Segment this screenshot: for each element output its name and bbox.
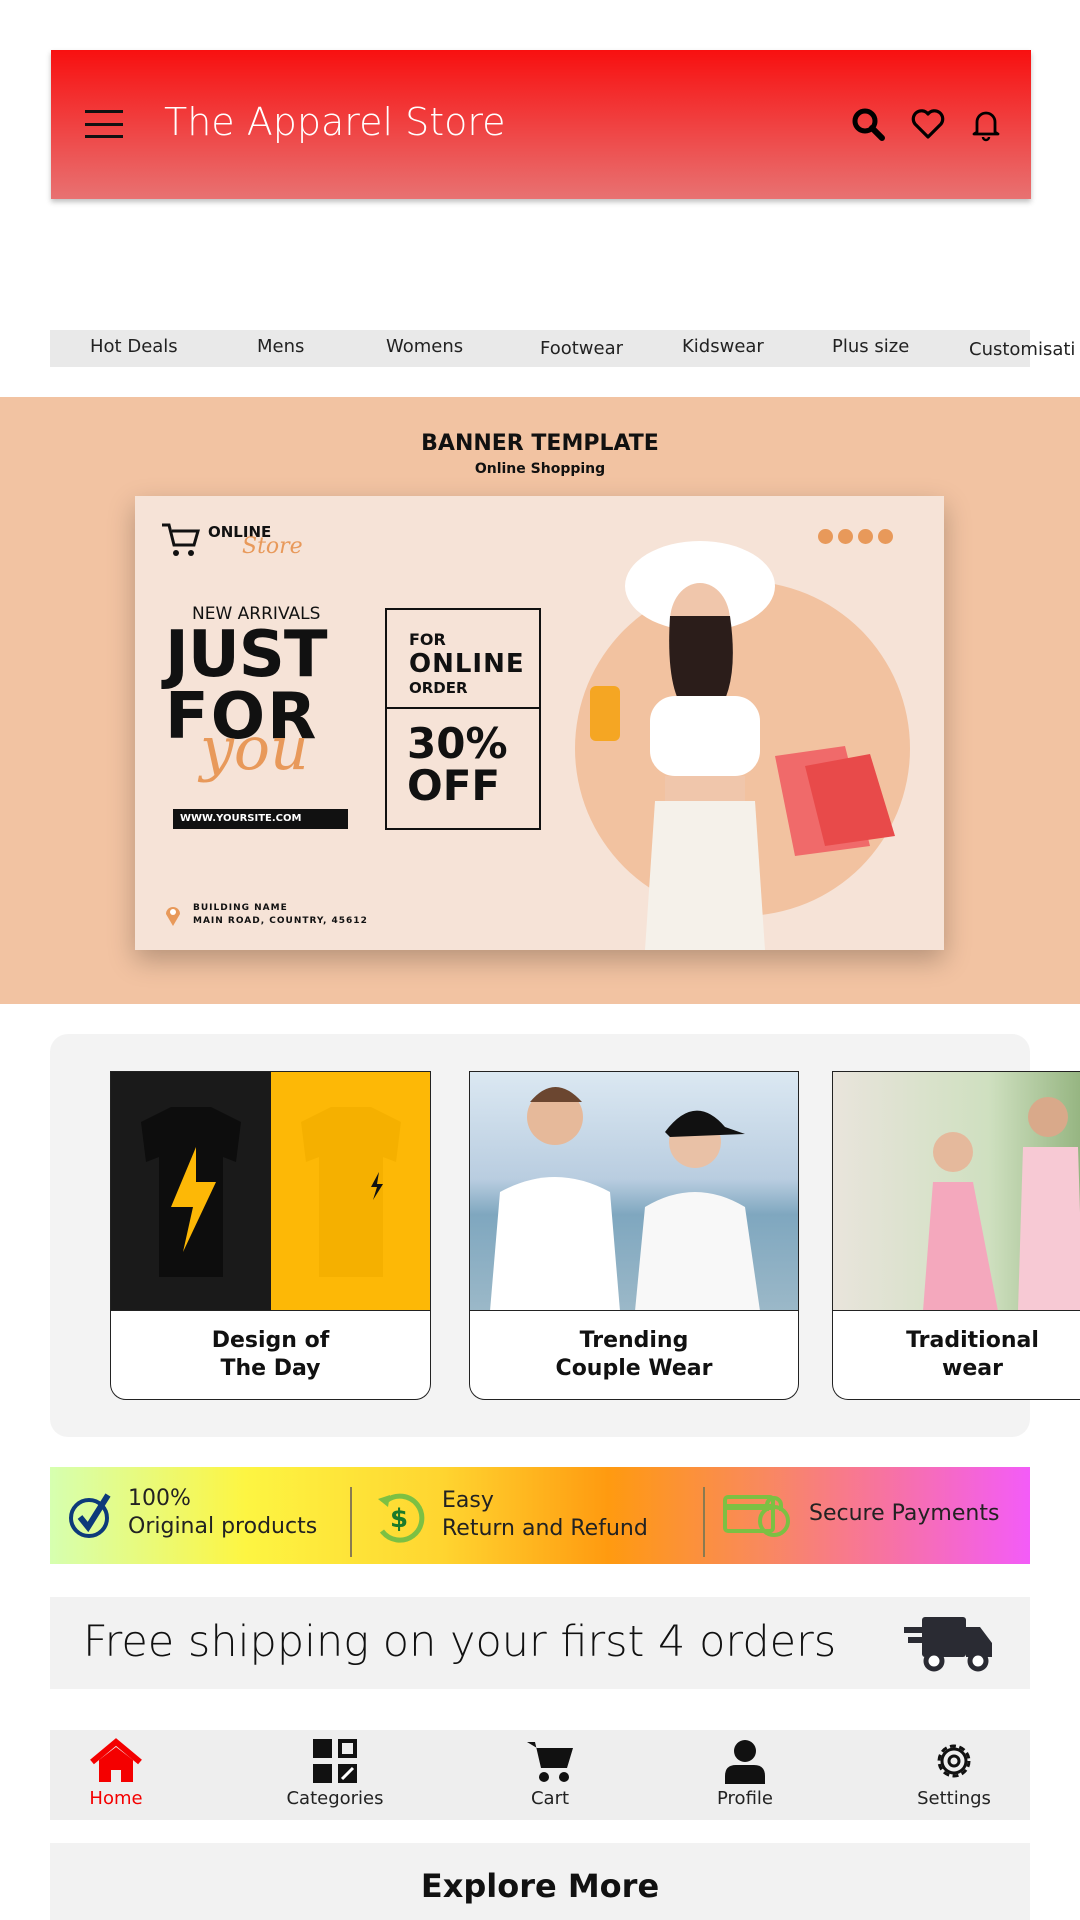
couple-image [470, 1072, 798, 1311]
traditional-image [833, 1072, 1080, 1311]
nav-cart[interactable]: Cart [490, 1738, 610, 1809]
label-line1: Trending [579, 1328, 689, 1353]
feature-line1: 100% [128, 1486, 191, 1511]
offer-box: FOR ONLINE ORDER 30% OFF [385, 608, 541, 830]
label-line2: Couple Wear [555, 1356, 713, 1381]
banner-title: BANNER TEMPLATE [421, 431, 659, 456]
location-pin-icon [166, 907, 180, 926]
search-icon[interactable] [850, 106, 886, 142]
app-header: The Apparel Store [51, 50, 1031, 199]
truck-icon [904, 1617, 992, 1672]
category-card-trending-couple-wear[interactable]: Trending Couple Wear [469, 1071, 799, 1400]
label-line2: wear [942, 1356, 1003, 1381]
nav-label: Home [89, 1788, 143, 1809]
svg-text:$: $ [390, 1504, 408, 1534]
label-line1: Design of [211, 1328, 330, 1353]
category-carousel: Design of The Day Trending Couple Wear Tra… [50, 1034, 1080, 1437]
tab-kidswear[interactable]: Kidswear [682, 336, 764, 357]
shipping-text: Free shipping on your first 4 orders [83, 1617, 837, 1667]
divider [350, 1487, 352, 1557]
nav-label: Settings [917, 1788, 991, 1809]
cart-logo-icon [162, 523, 200, 556]
address: BUILDING NAME MAIN ROAD, COUNTRY, 45612 [193, 902, 368, 928]
category-label: Traditional wear [833, 1311, 1080, 1383]
tshirt-image [111, 1072, 430, 1311]
tab-footwear[interactable]: Footwear [540, 338, 623, 359]
feature-original: 100% Original products [128, 1485, 317, 1541]
banner-card: ONLINE Store NEW ARRIVALS JUST FOR you W… [135, 496, 944, 950]
tab-mens[interactable]: Mens [257, 336, 304, 357]
bottom-nav: Home Categories Cart Profile Settings [50, 1730, 1030, 1820]
label-line1: Traditional [906, 1328, 1039, 1353]
just-text: JUST [165, 618, 328, 692]
logo-script: Store [242, 534, 303, 559]
tab-womens[interactable]: Womens [386, 336, 463, 357]
check-circle-icon [69, 1493, 111, 1538]
tab-plus-size[interactable]: Plus size [832, 336, 909, 357]
address-line2: MAIN ROAD, COUNTRY, 45612 [193, 916, 368, 926]
divider [703, 1487, 705, 1557]
gear-icon [937, 1744, 971, 1778]
nav-label: Categories [286, 1788, 384, 1809]
offer-for: FOR [409, 630, 446, 649]
app-title: The Apparel Store [164, 100, 506, 144]
feature-line2: Original products [128, 1514, 318, 1539]
offer-order: ORDER [387, 679, 539, 709]
offer-off: OFF [407, 761, 501, 810]
site-url: WWW.YOURSITE.COM [173, 809, 348, 829]
promo-banner[interactable]: BANNER TEMPLATE Online Shopping ONLINE S… [0, 397, 1080, 1004]
offer-percent: 30% [407, 719, 508, 768]
category-label: Trending Couple Wear [470, 1311, 798, 1383]
feature-secure-payments: Secure Payments [809, 1501, 1000, 1526]
user-icon [725, 1740, 765, 1784]
bell-icon[interactable] [968, 106, 1004, 142]
card-lock-icon [723, 1495, 790, 1537]
grid-icon [313, 1739, 357, 1783]
explore-more-button[interactable]: Explore More [50, 1843, 1030, 1920]
offer-online: ONLINE [409, 649, 525, 679]
feature-refund: Easy Return and Refund [442, 1487, 648, 1543]
cart-icon [527, 1742, 573, 1782]
tab-customisation[interactable]: Customisati [969, 339, 1075, 360]
category-label: Design of The Day [111, 1311, 430, 1383]
tab-hot-deals[interactable]: Hot Deals [90, 336, 178, 357]
nav-profile[interactable]: Profile [685, 1738, 805, 1809]
heart-icon[interactable] [910, 106, 946, 142]
home-icon [90, 1738, 142, 1782]
category-card-traditional-wear[interactable]: Traditional wear [832, 1071, 1080, 1400]
category-card-design-of-the-day[interactable]: Design of The Day [110, 1071, 431, 1400]
nav-label: Cart [530, 1788, 570, 1809]
nav-settings[interactable]: Settings [894, 1738, 1014, 1809]
category-tabs: Hot Deals Mens Womens Footwear Kidswear … [50, 330, 1075, 367]
nav-home[interactable]: Home [56, 1738, 176, 1809]
free-shipping-banner[interactable]: Free shipping on your first 4 orders [50, 1597, 1030, 1689]
label-line2: The Day [220, 1356, 321, 1381]
you-text: you [200, 714, 309, 784]
banner-subtitle: Online Shopping [474, 461, 606, 477]
address-line1: BUILDING NAME [193, 903, 288, 913]
feature-line1: Easy [442, 1488, 494, 1513]
refund-dollar-icon: $ [378, 1493, 425, 1543]
nav-label: Profile [717, 1788, 773, 1809]
features-strip: 100% Original products $ Easy Return and R… [50, 1467, 1030, 1564]
model-image [590, 541, 895, 950]
nav-categories[interactable]: Categories [275, 1738, 395, 1809]
feature-line2: Return and Refund [442, 1516, 648, 1541]
menu-icon[interactable] [85, 110, 123, 138]
